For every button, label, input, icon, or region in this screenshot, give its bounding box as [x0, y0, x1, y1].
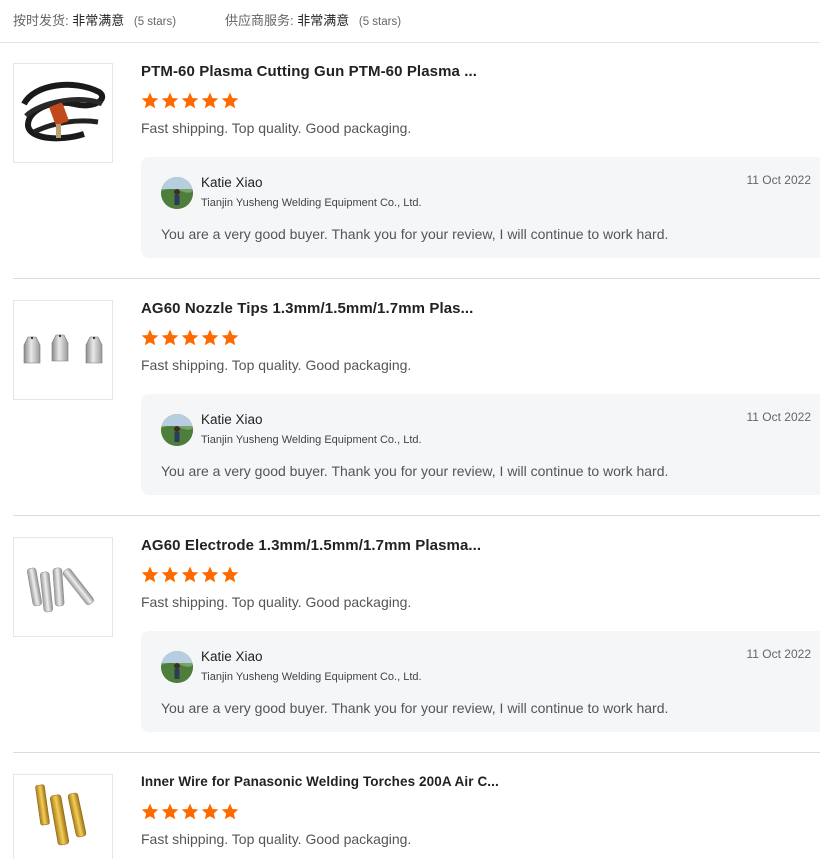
- reply-date: 11 Oct 2022: [746, 410, 812, 424]
- reply-text: You are a very good buyer. Thank you for…: [161, 226, 669, 242]
- seller-avatar: [161, 651, 193, 683]
- five-stars-icon: [141, 92, 239, 109]
- service-value: 非常满意: [297, 13, 350, 28]
- product-title[interactable]: AG60 Electrode 1.3mm/1.5mm/1.7mm Plasma.…: [141, 537, 481, 554]
- review-card: AG60 Electrode 1.3mm/1.5mm/1.7mm Plasma.…: [0, 516, 820, 753]
- reply-date: 11 Oct 2022: [746, 647, 812, 661]
- product-thumbnail[interactable]: [13, 300, 113, 400]
- delivery-value: 非常满意: [72, 13, 125, 28]
- product-title[interactable]: Inner Wire for Panasonic Welding Torches…: [141, 774, 499, 789]
- review-comment: Fast shipping. Top quality. Good packagi…: [141, 831, 412, 847]
- review-card: PTM-60 Plasma Cutting Gun PTM-60 Plasma …: [0, 42, 820, 279]
- review-comment: Fast shipping. Top quality. Good packagi…: [141, 120, 412, 136]
- seller-reply: Katie Xiao Tianjin Yusheng Welding Equip…: [141, 157, 820, 258]
- five-stars-icon: [141, 566, 239, 583]
- delivery-rating: 按时发货: 非常满意 (5 stars): [13, 10, 176, 29]
- plasma-gun-image: [21, 81, 106, 142]
- service-label: 供应商服务:: [225, 13, 294, 28]
- seller-name: Katie Xiao: [201, 649, 263, 664]
- seller-reply: Katie Xiao Tianjin Yusheng Welding Equip…: [141, 394, 820, 495]
- rating-stars: [141, 329, 241, 347]
- delivery-label: 按时发货:: [13, 13, 69, 28]
- avatar-icon: [161, 651, 193, 683]
- review-card: Inner Wire for Panasonic Welding Torches…: [0, 753, 820, 859]
- review-comment: Fast shipping. Top quality. Good packagi…: [141, 357, 412, 373]
- seller-name: Katie Xiao: [201, 412, 263, 427]
- nozzle-tips-image: [23, 334, 103, 364]
- product-thumbnail[interactable]: [13, 63, 113, 163]
- electrodes-image: [26, 567, 94, 613]
- rating-stars: [141, 566, 241, 584]
- review-card: AG60 Nozzle Tips 1.3mm/1.5mm/1.7mm Plas.…: [0, 279, 820, 516]
- avatar-icon: [161, 414, 193, 446]
- product-thumbnail[interactable]: [13, 537, 113, 637]
- five-stars-icon: [141, 329, 239, 346]
- five-stars-icon: [141, 803, 239, 820]
- rating-stars: [141, 92, 241, 110]
- reply-date: 11 Oct 2022: [746, 173, 812, 187]
- delivery-stars: (5 stars): [133, 16, 177, 28]
- rating-stars: [141, 803, 241, 821]
- seller-name: Katie Xiao: [201, 175, 263, 190]
- product-title[interactable]: AG60 Nozzle Tips 1.3mm/1.5mm/1.7mm Plas.…: [141, 300, 473, 317]
- reply-text: You are a very good buyer. Thank you for…: [161, 700, 669, 716]
- service-stars: (5 stars): [358, 16, 402, 28]
- review-comment: Fast shipping. Top quality. Good packagi…: [141, 594, 412, 610]
- inner-wire-image: [35, 784, 87, 846]
- seller-company[interactable]: Tianjin Yusheng Welding Equipment Co., L…: [201, 197, 422, 209]
- seller-company[interactable]: Tianjin Yusheng Welding Equipment Co., L…: [201, 434, 422, 446]
- product-thumbnail[interactable]: [13, 774, 113, 859]
- seller-company[interactable]: Tianjin Yusheng Welding Equipment Co., L…: [201, 671, 422, 683]
- seller-avatar: [161, 177, 193, 209]
- avatar-icon: [161, 177, 193, 209]
- seller-avatar: [161, 414, 193, 446]
- seller-reply: Katie Xiao Tianjin Yusheng Welding Equip…: [141, 631, 820, 732]
- reply-text: You are a very good buyer. Thank you for…: [161, 463, 669, 479]
- product-title[interactable]: PTM-60 Plasma Cutting Gun PTM-60 Plasma …: [141, 63, 477, 80]
- rating-summary-bar: 按时发货: 非常满意 (5 stars) 供应商服务: 非常满意 (5 star…: [0, 0, 820, 43]
- service-rating: 供应商服务: 非常满意 (5 stars): [225, 10, 401, 29]
